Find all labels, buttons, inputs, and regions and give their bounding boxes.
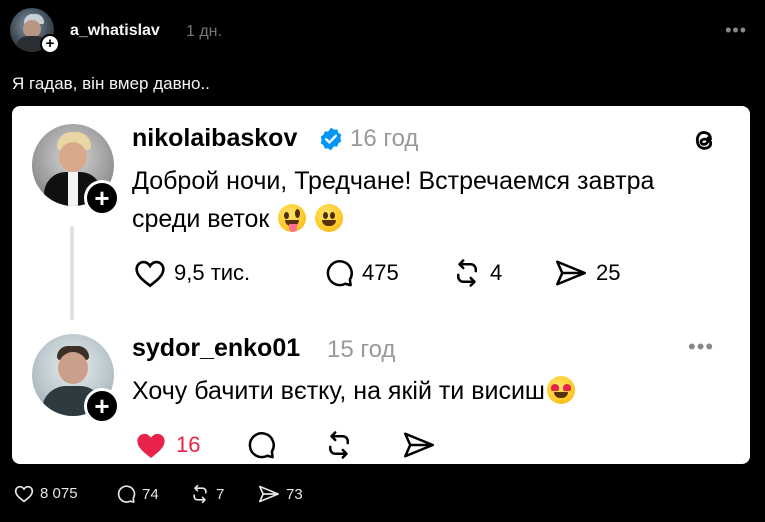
post-caption: Я гадав, він вмер давно.. — [12, 74, 210, 93]
comment-icon — [117, 485, 136, 503]
repost-count: 4 — [490, 260, 503, 285]
post-time: 1 дн. — [186, 23, 222, 40]
heart-icon — [14, 485, 34, 503]
reply-text: Хочу бачити вєтку, на якій ти висиш — [132, 372, 692, 410]
like-count: 16 — [176, 432, 201, 457]
heart-filled-icon — [137, 433, 165, 458]
comment-icon — [248, 432, 275, 459]
original-post-time: 16 год — [350, 125, 419, 152]
more-options-icon[interactable]: ••• — [725, 20, 747, 41]
send-icon — [404, 432, 434, 458]
repost-button: 4 — [452, 258, 502, 288]
like-count: 9,5 тис. — [174, 260, 251, 285]
post-header: + a_whatislav 1 дн. ••• — [10, 8, 755, 54]
follow-plus-icon: + — [84, 180, 120, 216]
share-button: 25 — [554, 258, 620, 288]
reply-post-time: 15 год — [327, 336, 396, 363]
repost-icon — [329, 431, 349, 459]
comment-button — [246, 430, 276, 460]
comment-count: 475 — [362, 260, 399, 285]
comment-button[interactable]: 74 — [116, 484, 159, 504]
more-options-icon: ••• — [688, 334, 715, 359]
heart-eyes-face-emoji — [547, 376, 575, 404]
comment-button: 475 — [324, 258, 399, 288]
repost-count: 7 — [216, 485, 225, 503]
zany-face-emoji — [278, 204, 307, 232]
author-username[interactable]: a_whatislav — [70, 22, 160, 40]
embedded-thread-card: + nikolaibaskov 16 год Доброй ночи, Тред… — [12, 106, 750, 464]
share-button — [402, 430, 436, 460]
like-button[interactable]: 8 075 — [14, 484, 78, 503]
grinning-face-emoji — [315, 204, 344, 232]
share-count: 73 — [286, 485, 303, 503]
send-icon — [556, 260, 586, 286]
share-count: 25 — [596, 260, 621, 285]
follow-plus-icon[interactable]: + — [40, 34, 60, 54]
repost-icon — [457, 259, 477, 287]
like-button-active: 16 — [134, 430, 200, 460]
send-icon — [259, 485, 279, 503]
thread-connector-line — [70, 226, 74, 320]
repost-icon — [193, 484, 207, 504]
comment-icon — [326, 260, 353, 287]
like-count: 8 075 — [40, 485, 78, 502]
repost-button — [324, 430, 354, 460]
follow-plus-icon: + — [84, 388, 120, 424]
share-button[interactable]: 73 — [258, 484, 303, 504]
like-button: 9,5 тис. — [134, 258, 250, 288]
threads-logo-icon — [695, 131, 713, 150]
original-post-text: Доброй ночи, Тредчане! Встречаемся завтр… — [132, 167, 655, 233]
heart-icon — [135, 260, 165, 288]
original-author-username: nikolaibaskov — [132, 124, 298, 152]
reply-author-username: sydor_enko01 — [132, 334, 301, 362]
comment-count: 74 — [142, 485, 159, 503]
repost-button[interactable]: 7 — [190, 484, 224, 504]
verified-badge-icon — [320, 127, 342, 151]
